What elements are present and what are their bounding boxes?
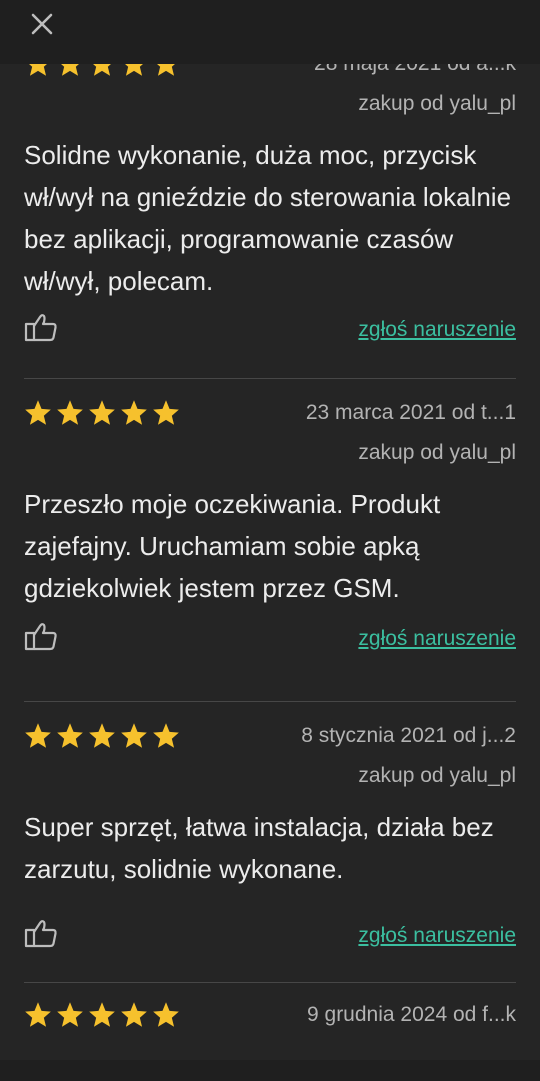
star-icon bbox=[88, 399, 116, 426]
review-text: Solidne wykonanie, duża moc, przycisk wł… bbox=[24, 140, 512, 296]
top-bar bbox=[0, 0, 540, 64]
star-icon bbox=[56, 64, 84, 77]
star-icon bbox=[24, 399, 52, 426]
review-item: 9 grudnia 2024 od f...k bbox=[24, 983, 516, 1033]
star-icon bbox=[56, 1001, 84, 1028]
review-seller: zakup od yalu_pl bbox=[358, 92, 516, 115]
thumbs-up-icon bbox=[24, 920, 58, 952]
review-list[interactable]: 28 maja 2021 od a...k zakup od yalu_pl S… bbox=[0, 64, 540, 1060]
star-icon bbox=[56, 722, 84, 749]
review-item: 23 marca 2021 od t...1 zakup od yalu_pl … bbox=[24, 379, 516, 702]
review-actions: zgłoś naruszenie bbox=[24, 302, 516, 378]
review-date-author: 28 maja 2021 od a...k bbox=[314, 64, 516, 76]
thumbs-up-icon bbox=[24, 623, 58, 655]
review-seller: zakup od yalu_pl bbox=[358, 441, 516, 464]
like-button[interactable] bbox=[24, 621, 58, 656]
star-rating bbox=[24, 399, 180, 426]
star-icon bbox=[152, 64, 180, 77]
star-icon bbox=[152, 722, 180, 749]
star-rating bbox=[24, 722, 180, 749]
star-icon bbox=[152, 399, 180, 426]
thumbs-up-icon bbox=[24, 314, 58, 346]
star-icon bbox=[88, 64, 116, 77]
report-link[interactable]: zgłoś naruszenie bbox=[358, 924, 516, 948]
review-date-author: 23 marca 2021 od t...1 bbox=[305, 401, 516, 424]
review-header: 9 grudnia 2024 od f...k bbox=[24, 997, 516, 1033]
star-rating bbox=[24, 1001, 180, 1028]
review-actions: zgłoś naruszenie bbox=[24, 609, 516, 701]
review-date-author: 8 stycznia 2021 od j...2 bbox=[301, 724, 516, 747]
bottom-bar bbox=[0, 1060, 540, 1081]
review-item: 28 maja 2021 od a...k zakup od yalu_pl S… bbox=[24, 64, 516, 379]
like-button[interactable] bbox=[24, 312, 58, 347]
star-icon bbox=[88, 722, 116, 749]
star-icon bbox=[152, 1001, 180, 1028]
review-text: Super sprzęt, łatwa instalacja, działa b… bbox=[24, 812, 494, 884]
review-header: 8 stycznia 2021 od j...2 bbox=[24, 718, 516, 754]
star-icon bbox=[120, 722, 148, 749]
star-icon bbox=[56, 399, 84, 426]
review-header: 23 marca 2021 od t...1 bbox=[24, 395, 516, 431]
star-rating bbox=[24, 64, 180, 77]
star-icon bbox=[24, 64, 52, 77]
star-icon bbox=[24, 1001, 52, 1028]
review-date-author: 9 grudnia 2024 od f...k bbox=[307, 1003, 516, 1026]
report-link[interactable]: zgłoś naruszenie bbox=[358, 627, 516, 651]
star-icon bbox=[120, 64, 148, 77]
close-button[interactable] bbox=[26, 8, 58, 40]
review-actions: zgłoś naruszenie bbox=[24, 890, 516, 982]
star-icon bbox=[120, 1001, 148, 1028]
close-icon bbox=[31, 13, 53, 35]
like-button[interactable] bbox=[24, 918, 58, 953]
star-icon bbox=[120, 399, 148, 426]
star-icon bbox=[88, 1001, 116, 1028]
review-header: 28 maja 2021 od a...k bbox=[24, 64, 516, 82]
report-link[interactable]: zgłoś naruszenie bbox=[358, 318, 516, 342]
star-icon bbox=[24, 722, 52, 749]
review-item: 8 stycznia 2021 od j...2 zakup od yalu_p… bbox=[24, 702, 516, 983]
review-text: Przeszło moje oczekiwania. Produkt zajef… bbox=[24, 489, 441, 603]
review-seller: zakup od yalu_pl bbox=[358, 764, 516, 787]
